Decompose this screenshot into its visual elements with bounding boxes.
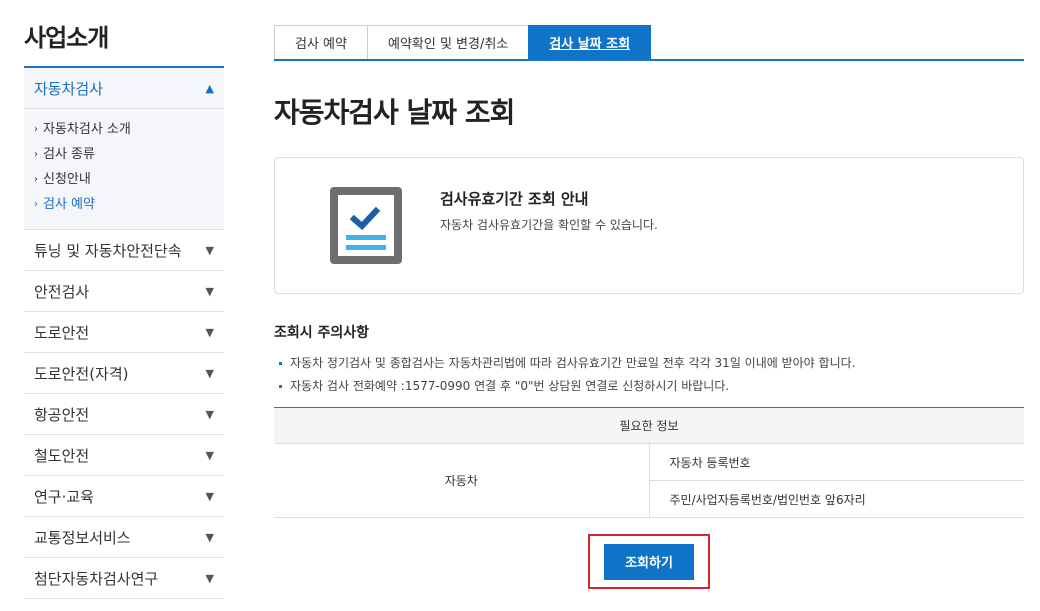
tab-bar: 검사 예약 예약확인 및 변경/취소 검사 날짜 조회: [274, 25, 1024, 61]
chevron-down-icon: ▼: [205, 489, 214, 503]
sidebar: 사업소개 자동차검사 ▲ › 자동차검사 소개 › 검사 종류 › 신청안내 › 검사 …: [24, 20, 224, 599]
sidebar-item-advanced-vehicle-research[interactable]: 첨단자동차검사연구 ▼: [24, 558, 224, 599]
sidebar-item-vehicle-inspection[interactable]: 자동차검사 ▲: [24, 68, 224, 109]
notice-title: 조회시 주의사항: [274, 325, 370, 341]
chevron-down-icon: ▼: [205, 243, 214, 257]
chevron-down-icon: ▼: [205, 325, 214, 339]
sidebar-item-tuning[interactable]: 튜닝 및 자동차안전단속 ▼: [24, 230, 224, 271]
main-content: 검사 예약 예약확인 및 변경/취소 검사 날짜 조회 자동차검사 날짜 조회 …: [274, 25, 1024, 589]
tab-reservation[interactable]: 검사 예약: [274, 25, 368, 59]
sidebar-item-research-education[interactable]: 연구·교육 ▼: [24, 476, 224, 517]
table-value-cell: 주민/사업자등록번호/법인번호 앞6자리: [649, 480, 1024, 518]
lookup-button[interactable]: 조회하기: [604, 543, 694, 580]
submenu-item-reservation[interactable]: › 검사 예약: [34, 192, 224, 217]
sidebar-item-railway-safety[interactable]: 철도안전 ▼: [24, 435, 224, 476]
chevron-down-icon: ▼: [205, 571, 214, 585]
page-title: 자동차검사 날짜 조회: [274, 96, 515, 129]
sidebar-item-label: 안전검사: [34, 282, 90, 301]
chevron-right-icon: ›: [34, 124, 38, 135]
bullet-icon: [279, 362, 282, 365]
sidebar-item-traffic-info[interactable]: 교통정보서비스 ▼: [24, 517, 224, 558]
chevron-right-icon: ›: [34, 199, 38, 210]
sidebar-item-safety-inspection[interactable]: 안전검사 ▼: [24, 271, 224, 312]
tab-reservation-change[interactable]: 예약확인 및 변경/취소: [366, 25, 530, 59]
chevron-down-icon: ▼: [205, 284, 214, 298]
sidebar-item-label: 자동차검사: [34, 79, 104, 98]
info-title: 검사유효기간 조회 안내: [440, 190, 589, 208]
tab-date-lookup[interactable]: 검사 날짜 조회: [528, 25, 652, 59]
notice-text: 자동차 정기검사 및 종합검사는 자동차관리법에 따라 검사유효기간 만료일 전…: [290, 356, 856, 370]
submenu-item-application[interactable]: › 신청안내: [34, 167, 224, 192]
chevron-down-icon: ▼: [205, 366, 214, 380]
submenu-item-label: 검사 예약: [43, 197, 95, 212]
table-header-row: 필요한 정보: [274, 407, 1024, 444]
sidebar-item-label: 첨단자동차검사연구: [34, 569, 159, 588]
sidebar-item-label: 철도안전: [34, 446, 90, 465]
sidebar-item-aviation-safety[interactable]: 항공안전 ▼: [24, 394, 224, 435]
info-box: 검사유효기간 조회 안내 자동차 검사유효기간을 확인할 수 있습니다.: [274, 157, 1024, 294]
submenu-item-label: 자동차검사 소개: [43, 122, 131, 137]
chevron-right-icon: ›: [34, 174, 38, 185]
table-row: 자동차 자동차 등록번호: [274, 443, 1024, 518]
bullet-icon: [279, 385, 282, 388]
sidebar-submenu: › 자동차검사 소개 › 검사 종류 › 신청안내 › 검사 예약: [24, 109, 224, 230]
submenu-item-label: 검사 종류: [43, 147, 95, 162]
highlight-box: 조회하기: [588, 534, 710, 589]
sidebar-item-label: 도로안전: [34, 323, 90, 342]
sidebar-item-label: 도로안전(자격): [34, 364, 129, 383]
submenu-item-intro[interactable]: › 자동차검사 소개: [34, 117, 224, 142]
sidebar-title: 사업소개: [24, 24, 109, 52]
chevron-right-icon: ›: [34, 149, 38, 160]
chevron-down-icon: ▼: [205, 407, 214, 421]
sidebar-item-label: 항공안전: [34, 405, 90, 424]
table-header: 필요한 정보: [274, 407, 1024, 444]
checklist-document-icon: [330, 187, 402, 264]
submenu-item-types[interactable]: › 검사 종류: [34, 142, 224, 167]
chevron-up-icon: ▲: [205, 81, 214, 95]
required-info-table: 필요한 정보 자동차 자동차 등록번호 주민/사업자등록번호/법인번호 앞6자리: [274, 407, 1024, 518]
notice-list: 자동차 정기검사 및 종합검사는 자동차관리법에 따라 검사유효기간 만료일 전…: [274, 352, 1024, 398]
table-value-cell: 자동차 등록번호: [649, 443, 1024, 481]
sidebar-item-road-safety-license[interactable]: 도로안전(자격) ▼: [24, 353, 224, 394]
sidebar-item-label: 교통정보서비스: [34, 528, 131, 547]
chevron-down-icon: ▼: [205, 530, 214, 544]
table-category-cell: 자동차: [274, 443, 650, 518]
submenu-item-label: 신청안내: [43, 172, 91, 187]
list-item: 자동차 검사 전화예약 :1577-0990 연결 후 "0"번 상담원 연결로…: [274, 375, 1024, 398]
notice-text: 자동차 검사 전화예약 :1577-0990 연결 후 "0"번 상담원 연결로…: [290, 379, 730, 393]
chevron-down-icon: ▼: [205, 448, 214, 462]
sidebar-item-label: 튜닝 및 자동차안전단속: [34, 241, 182, 260]
sidebar-item-road-safety[interactable]: 도로안전 ▼: [24, 312, 224, 353]
info-description: 자동차 검사유효기간을 확인할 수 있습니다.: [440, 218, 658, 232]
sidebar-item-label: 연구·교육: [34, 487, 94, 506]
list-item: 자동차 정기검사 및 종합검사는 자동차관리법에 따라 검사유효기간 만료일 전…: [274, 352, 1024, 375]
